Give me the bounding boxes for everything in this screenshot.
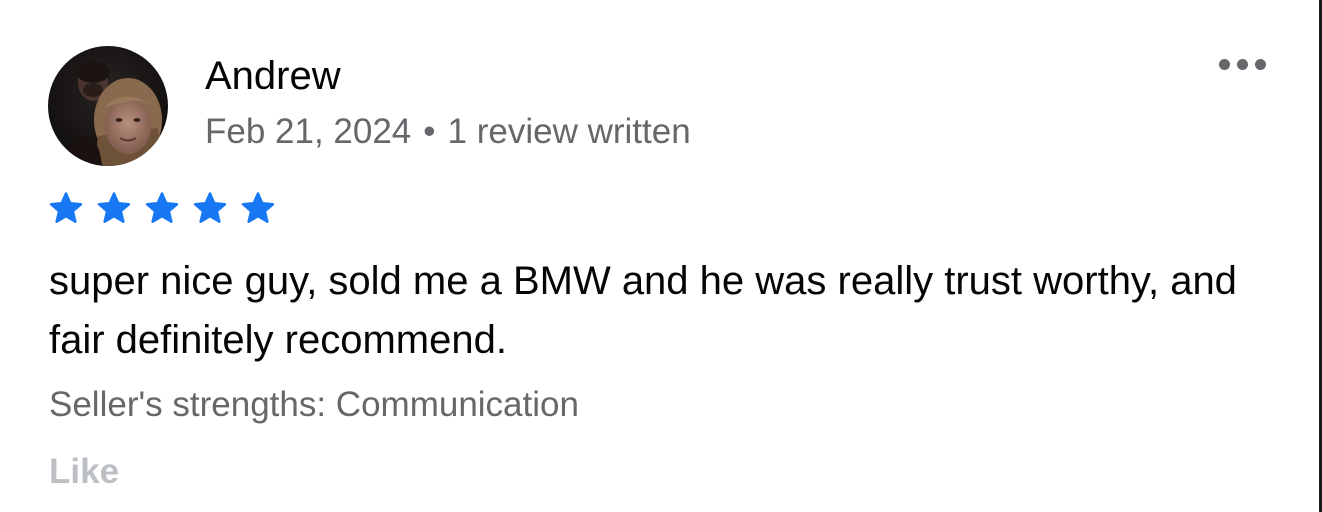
more-options-icon-dot [1218, 58, 1230, 70]
meta-separator: • [423, 112, 436, 151]
more-options-icon-dot [1254, 58, 1266, 70]
star-icon [191, 190, 229, 228]
seller-strengths: Seller's strengths: Communication [49, 385, 579, 424]
like-button[interactable]: Like [49, 451, 119, 493]
star-icon [239, 190, 277, 228]
reviewer-name[interactable]: Andrew [205, 52, 341, 100]
more-options-icon-dot [1236, 58, 1248, 70]
star-icon [47, 190, 85, 228]
star-icon [95, 190, 133, 228]
review-text: super nice guy, sold me a BMW and he was… [49, 259, 1237, 362]
more-options-button[interactable] [1212, 46, 1272, 82]
review-count: 1 review written [447, 112, 691, 151]
avatar[interactable] [48, 46, 168, 166]
review-meta: Feb 21, 2024 • 1 review written [205, 111, 691, 153]
review-date: Feb 21, 2024 [205, 112, 412, 151]
review-card: Andrew Feb 21, 2024 • 1 review written sup… [0, 0, 1319, 512]
star-icon [143, 190, 181, 228]
star-rating [47, 190, 277, 228]
avatar-photo [48, 46, 168, 166]
